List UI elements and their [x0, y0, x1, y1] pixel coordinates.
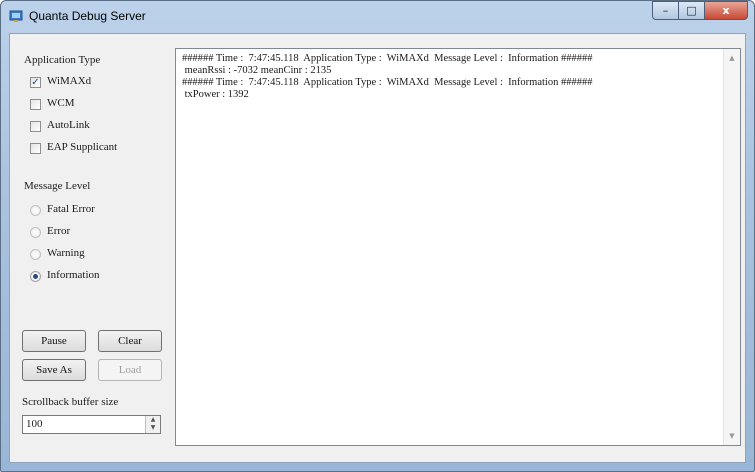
- scrollback-spinner[interactable]: 100 ▲ ▼: [22, 415, 161, 434]
- spinner-down-icon[interactable]: ▼: [146, 424, 160, 432]
- spinner-up-icon[interactable]: ▲: [146, 416, 160, 424]
- client-area: Application Type ✓ WiMAXd WCM AutoLink E…: [9, 33, 746, 463]
- fatal-error-label[interactable]: Fatal Error: [47, 203, 95, 215]
- scroll-down-icon[interactable]: ▼: [724, 429, 740, 443]
- eap-supplicant-checkbox[interactable]: [30, 143, 41, 154]
- information-radio[interactable]: [30, 271, 41, 282]
- save-as-button[interactable]: Save As: [22, 359, 86, 381]
- scroll-up-icon[interactable]: ▲: [724, 51, 740, 65]
- application-type-label: Application Type: [24, 54, 101, 66]
- scrollback-value[interactable]: 100: [26, 418, 43, 430]
- fatal-error-radio[interactable]: [30, 205, 41, 216]
- maximize-button[interactable]: □: [678, 1, 704, 20]
- log-line: ###### Time : 7:47:45.118 Application Ty…: [182, 77, 593, 88]
- window-title: Quanta Debug Server: [29, 9, 146, 23]
- app-window: Quanta Debug Server – □ x Application Ty…: [0, 0, 755, 472]
- pause-button[interactable]: Pause: [22, 330, 86, 352]
- scrollback-label: Scrollback buffer size: [22, 396, 119, 408]
- autolink-label[interactable]: AutoLink: [47, 119, 90, 131]
- close-button[interactable]: x: [704, 1, 748, 20]
- message-level-label: Message Level: [24, 180, 91, 192]
- log-output[interactable]: ###### Time : 7:47:45.118 Application Ty…: [175, 48, 741, 446]
- error-label[interactable]: Error: [47, 225, 70, 237]
- eap-supplicant-label[interactable]: EAP Supplicant: [47, 141, 117, 153]
- autolink-checkbox[interactable]: [30, 121, 41, 132]
- log-scrollbar[interactable]: ▲ ▼: [723, 49, 740, 445]
- log-line: ###### Time : 7:47:45.118 Application Ty…: [182, 53, 593, 64]
- error-radio[interactable]: [30, 227, 41, 238]
- load-button[interactable]: Load: [98, 359, 162, 381]
- clear-button[interactable]: Clear: [98, 330, 162, 352]
- title-bar[interactable]: Quanta Debug Server – □ x: [1, 1, 754, 33]
- log-line: meanRssi : -7032 meanCinr : 2135: [182, 65, 332, 76]
- wcm-checkbox[interactable]: [30, 99, 41, 110]
- wimaxd-checkbox[interactable]: ✓: [30, 77, 41, 88]
- wcm-label[interactable]: WCM: [47, 97, 75, 109]
- app-icon: [9, 10, 23, 22]
- information-label[interactable]: Information: [47, 269, 100, 281]
- log-text: ###### Time : 7:47:45.118 Application Ty…: [182, 53, 592, 101]
- warning-radio[interactable]: [30, 249, 41, 260]
- spinner-arrows[interactable]: ▲ ▼: [145, 416, 160, 433]
- log-line: txPower : 1392: [182, 89, 249, 100]
- minimize-button[interactable]: –: [652, 1, 678, 20]
- warning-label[interactable]: Warning: [47, 247, 85, 259]
- wimaxd-label[interactable]: WiMAXd: [47, 75, 91, 87]
